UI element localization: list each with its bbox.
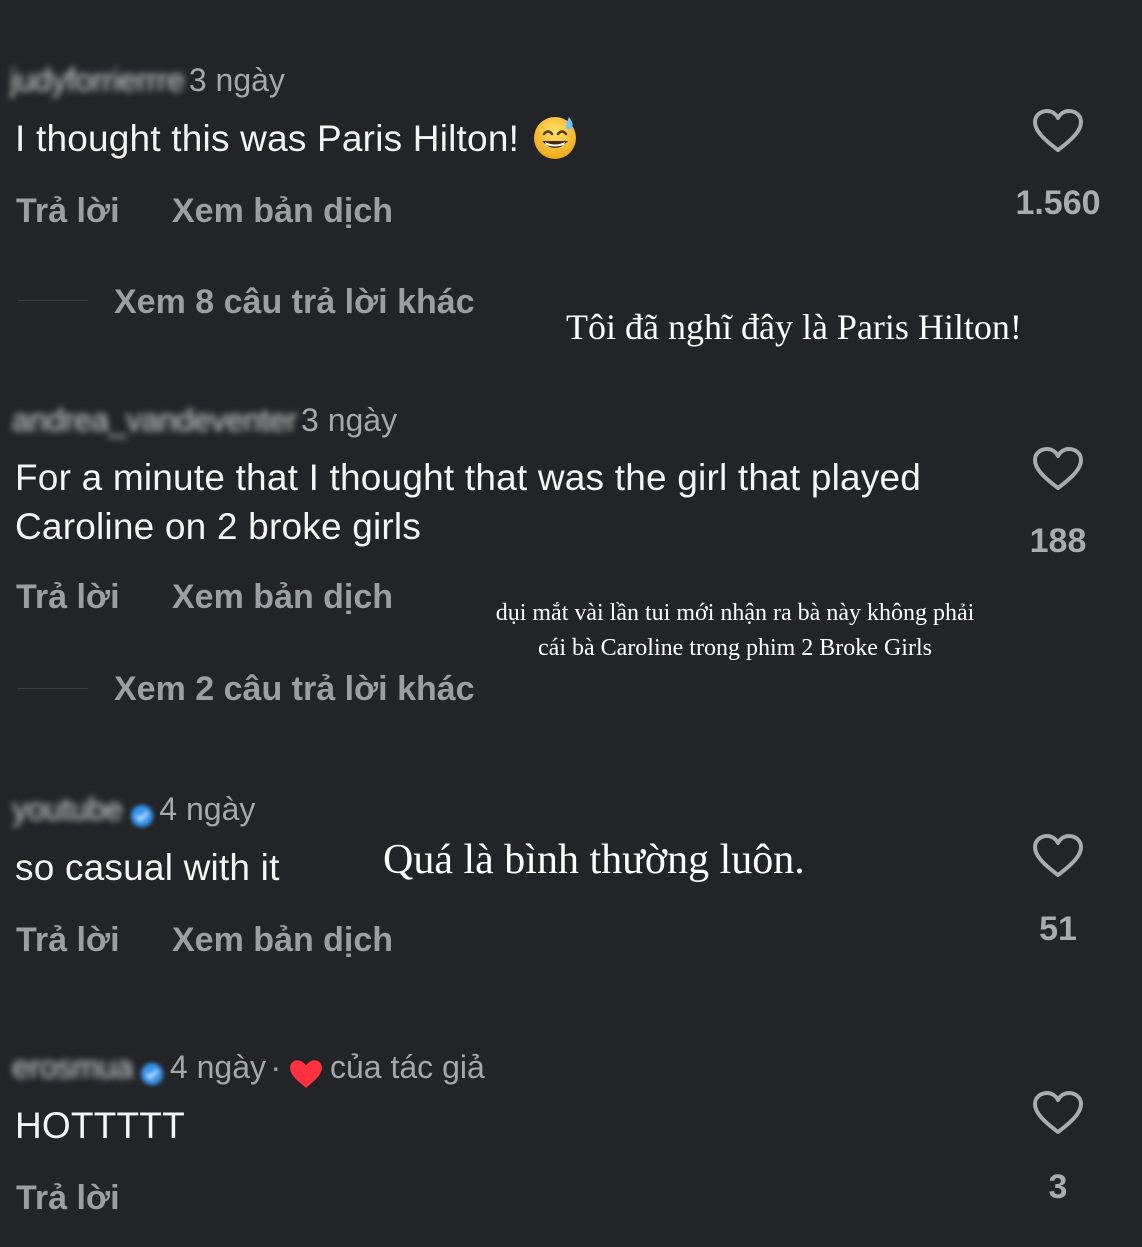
author-liked-label: của tác giả <box>330 1049 485 1085</box>
comment-text-content: I thought this was Paris Hilton! <box>15 118 520 159</box>
comment-header: youtube 4 ngày <box>12 791 255 829</box>
verified-badge-icon <box>130 804 153 827</box>
heart-outline-icon[interactable] <box>1032 833 1084 879</box>
username[interactable]: judyforrierrre <box>10 62 185 98</box>
comment-text: HOTTTTT <box>15 1105 185 1146</box>
timestamp: 3 ngày <box>301 402 398 438</box>
timestamp: 4 ngày <box>159 791 256 827</box>
like-count: 1.560 <box>1015 184 1101 222</box>
translation-overlay: Quá là bình thường luôn. <box>383 837 805 883</box>
heart-outline-icon[interactable] <box>1032 1090 1084 1136</box>
replies-divider <box>18 688 88 689</box>
translation-overlay-line: cái bà Caroline trong phim 2 Broke Girls <box>538 635 932 661</box>
comment-text: For a minute that I thought that was the… <box>15 457 922 547</box>
reply-button[interactable]: Trả lời <box>16 578 120 617</box>
see-translation-button[interactable]: Xem bản dịch <box>172 192 393 231</box>
sweat-smile-emoji <box>534 117 577 160</box>
heart-outline-icon[interactable] <box>1032 446 1084 492</box>
username[interactable]: erosmua <box>12 1049 134 1085</box>
translation-overlay-line: dụi mắt vài lần tui mới nhận ra bà này k… <box>495 600 975 626</box>
comment-text: so casual with it <box>15 847 280 888</box>
comment-text: I thought this was Paris Hilton! <box>15 114 975 163</box>
translation-overlay: dụi mắt vài lần tui mới nhận ra bà này k… <box>440 596 1030 666</box>
view-more-replies-button[interactable]: Xem 2 câu trả lời khác <box>114 670 475 709</box>
separator-dot: · <box>270 1049 282 1085</box>
timestamp: 4 ngày <box>169 1049 266 1085</box>
verified-badge-icon <box>141 1062 164 1085</box>
comment-header: erosmua 4 ngày · của tác giả <box>12 1049 485 1090</box>
heart-outline-icon[interactable] <box>1032 108 1084 154</box>
timestamp: 3 ngày <box>188 62 285 98</box>
red-heart-icon <box>289 1060 322 1088</box>
comment-header: andrea_vandeventer 3 ngày <box>12 402 397 439</box>
reply-button[interactable]: Trả lời <box>16 192 120 231</box>
replies-divider <box>18 300 88 301</box>
translation-overlay: Tôi đã nghĩ đây là Paris Hilton! <box>566 307 1022 347</box>
like-count: 51 <box>1039 910 1077 948</box>
reply-button[interactable]: Trả lời <box>16 1179 120 1218</box>
like-count: 188 <box>1029 522 1087 560</box>
username[interactable]: youtube <box>12 791 123 827</box>
comment-header: judyforrierrre 3 ngày <box>10 62 285 99</box>
view-more-replies-button[interactable]: Xem 8 câu trả lời khác <box>114 283 475 322</box>
reply-button[interactable]: Trả lời <box>16 921 120 960</box>
see-translation-button[interactable]: Xem bản dịch <box>172 578 393 617</box>
like-count: 3 <box>1048 1168 1068 1206</box>
username[interactable]: andrea_vandeventer <box>12 402 297 438</box>
see-translation-button[interactable]: Xem bản dịch <box>172 921 393 960</box>
